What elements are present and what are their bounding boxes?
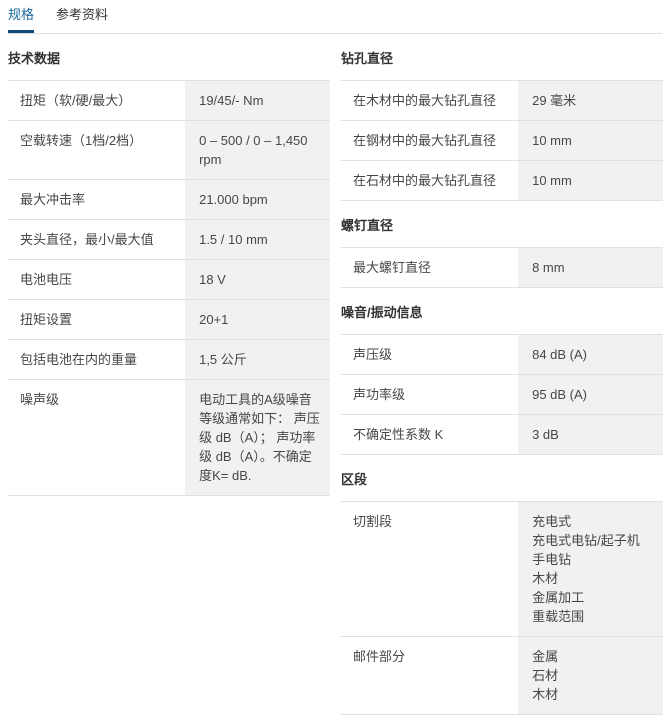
spec-value: 10 mm <box>518 121 663 160</box>
spec-value: 金属 石材 木材 <box>518 637 663 714</box>
spec-label: 声功率级 <box>341 375 518 414</box>
spec-value: 电动工具的A级噪音等级通常如下： 声压级 dB（A）； 声功率级 dB（A）。不… <box>185 380 330 495</box>
spec-label: 在钢材中的最大钻孔直径 <box>341 121 518 160</box>
spec-label: 电池电压 <box>8 260 185 299</box>
spec-label: 扭矩（软/硬/最大） <box>8 81 185 120</box>
section-title-drilling-diameter: 钻孔直径 <box>341 51 663 67</box>
table-row: 在木材中的最大钻孔直径 29 毫米 <box>341 80 663 120</box>
table-row: 声功率级 95 dB (A) <box>341 374 663 414</box>
spec-value: 21.000 bpm <box>185 180 330 219</box>
table-row: 包括电池在内的重量 1,5 公斤 <box>8 339 330 379</box>
table-row: 最大冲击率 21.000 bpm <box>8 179 330 219</box>
table-row: 电池电压 18 V <box>8 259 330 299</box>
table-row: 邮件部分 金属 石材 木材 <box>341 636 663 714</box>
section-title-technical-data: 技术数据 <box>8 51 330 67</box>
table-row: 夹头直径，最小/最大值 1.5 / 10 mm <box>8 219 330 259</box>
spec-label: 最大螺钉直径 <box>341 248 518 287</box>
spec-value: 10 mm <box>518 161 663 200</box>
segments-table: 切割段 充电式 充电式电钻/起子机 手电钻 木材 金属加工 重载范围 邮件部分 … <box>341 501 663 715</box>
screw-diameter-table: 最大螺钉直径 8 mm <box>341 247 663 288</box>
table-row: 不确定性系数 K 3 dB <box>341 414 663 454</box>
table-row: 噪声级 电动工具的A级噪音等级通常如下： 声压级 dB（A）； 声功率级 dB（… <box>8 379 330 495</box>
spec-value: 18 V <box>185 260 330 299</box>
spec-value: 充电式 充电式电钻/起子机 手电钻 木材 金属加工 重载范围 <box>518 502 663 636</box>
spec-label: 不确定性系数 K <box>341 415 518 454</box>
table-row: 扭矩（软/硬/最大） 19/45/- Nm <box>8 80 330 120</box>
table-row: 在石材中的最大钻孔直径 10 mm <box>341 160 663 200</box>
spec-label: 夹头直径，最小/最大值 <box>8 220 185 259</box>
drilling-diameter-table: 在木材中的最大钻孔直径 29 毫米 在钢材中的最大钻孔直径 10 mm 在石材中… <box>341 80 663 201</box>
spec-value: 8 mm <box>518 248 663 287</box>
spec-label: 在石材中的最大钻孔直径 <box>341 161 518 200</box>
spec-value: 20+1 <box>185 300 330 339</box>
section-title-screw-diameter: 螺钉直径 <box>341 218 663 234</box>
spec-label: 在木材中的最大钻孔直径 <box>341 81 518 120</box>
section-title-noise-vibration: 噪音/振动信息 <box>341 305 663 321</box>
spec-value: 95 dB (A) <box>518 375 663 414</box>
spec-label: 空载转速（1档/2档） <box>8 121 185 179</box>
tab-bar: 规格 参考资料 <box>8 0 662 34</box>
table-row: 在钢材中的最大钻孔直径 10 mm <box>341 120 663 160</box>
table-row: 最大螺钉直径 8 mm <box>341 247 663 287</box>
spec-label: 邮件部分 <box>341 637 518 714</box>
spec-page: 规格 参考资料 技术数据 扭矩（软/硬/最大） 19/45/- Nm 空载转速（… <box>0 0 663 654</box>
spec-value: 1,5 公斤 <box>185 340 330 379</box>
spec-value: 19/45/- Nm <box>185 81 330 120</box>
left-column: 技术数据 扭矩（软/硬/最大） 19/45/- Nm 空载转速（1档/2档） 0… <box>8 34 330 496</box>
spec-value: 84 dB (A) <box>518 335 663 374</box>
spec-label: 切割段 <box>341 502 518 636</box>
spec-label: 包括电池在内的重量 <box>8 340 185 379</box>
spec-value: 29 毫米 <box>518 81 663 120</box>
table-row: 声压级 84 dB (A) <box>341 334 663 374</box>
spec-value: 1.5 / 10 mm <box>185 220 330 259</box>
noise-vibration-table: 声压级 84 dB (A) 声功率级 95 dB (A) 不确定性系数 K 3 … <box>341 334 663 455</box>
section-title-segments: 区段 <box>341 472 663 488</box>
spec-value: 0 – 500 / 0 – 1,450 rpm <box>185 121 330 179</box>
spec-label: 噪声级 <box>8 380 185 495</box>
spec-label: 扭矩设置 <box>8 300 185 339</box>
table-row: 切割段 充电式 充电式电钻/起子机 手电钻 木材 金属加工 重载范围 <box>341 501 663 636</box>
spec-value: 3 dB <box>518 415 663 454</box>
table-row: 扭矩设置 20+1 <box>8 299 330 339</box>
table-row: 空载转速（1档/2档） 0 – 500 / 0 – 1,450 rpm <box>8 120 330 179</box>
tab-specifications[interactable]: 规格 <box>8 0 34 33</box>
right-column: 钻孔直径 在木材中的最大钻孔直径 29 毫米 在钢材中的最大钻孔直径 10 mm… <box>341 34 663 715</box>
spec-label: 声压级 <box>341 335 518 374</box>
spec-label: 最大冲击率 <box>8 180 185 219</box>
spec-columns: 技术数据 扭矩（软/硬/最大） 19/45/- Nm 空载转速（1档/2档） 0… <box>8 34 663 715</box>
tab-reference-materials[interactable]: 参考资料 <box>56 0 108 33</box>
technical-data-table: 扭矩（软/硬/最大） 19/45/- Nm 空载转速（1档/2档） 0 – 50… <box>8 80 330 496</box>
